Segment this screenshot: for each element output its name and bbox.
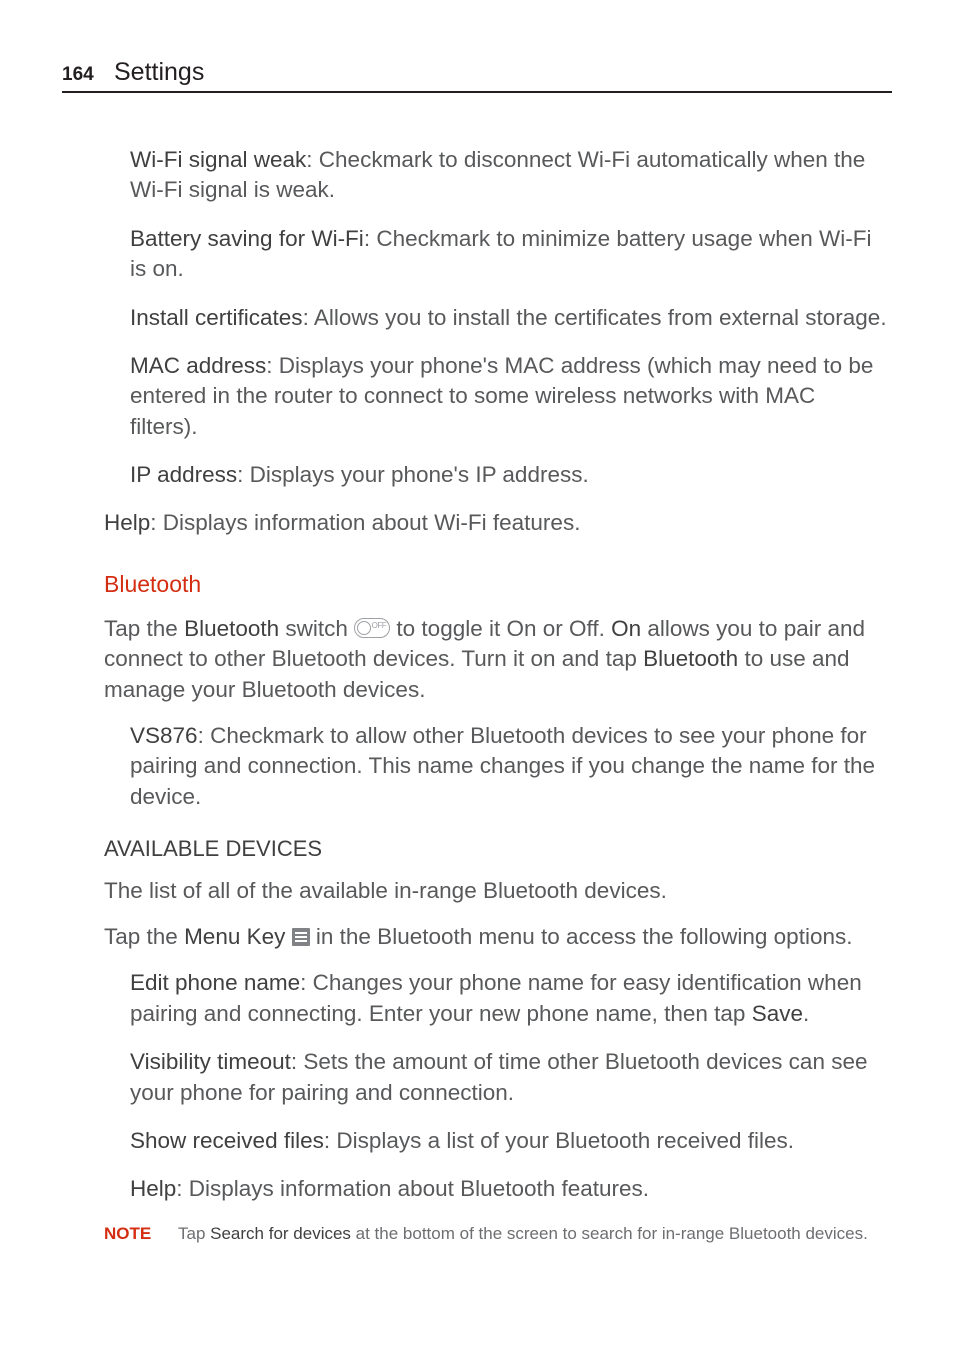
note-block: NOTE Tap Search for devices at the botto… <box>104 1223 888 1246</box>
page-number: 164 <box>62 64 98 86</box>
menu-key-icon <box>292 928 310 946</box>
note-body: Tap Search for devices at the bottom of … <box>178 1223 888 1246</box>
text: . <box>803 1001 809 1026</box>
setting-term: VS876 <box>130 723 198 748</box>
text: switch <box>279 616 354 641</box>
text: in the Bluetooth menu to access the foll… <box>310 924 853 949</box>
setting-item: Wi-Fi signal weak: Checkmark to disconne… <box>104 145 888 206</box>
bold-text: On <box>611 616 641 641</box>
subheading-available-devices: AVAILABLE DEVICES <box>104 834 888 864</box>
setting-item: VS876: Checkmark to allow other Bluetoot… <box>104 721 888 812</box>
setting-item: Visibility timeout: Sets the amount of t… <box>104 1047 888 1108</box>
toggle-switch-icon: OFF <box>354 618 390 638</box>
setting-item: Show received files: Displays a list of … <box>104 1126 888 1156</box>
bold-text: Search for devices <box>210 1224 351 1243</box>
setting-item: Help: Displays information about Bluetoo… <box>104 1174 888 1204</box>
text <box>285 924 291 949</box>
text: Tap the <box>104 616 184 641</box>
setting-desc: : Allows you to install the certificates… <box>303 305 887 330</box>
setting-item: Install certificates: Allows you to inst… <box>104 303 888 333</box>
setting-desc: : Displays information about Bluetooth f… <box>176 1176 649 1201</box>
available-devices-desc: The list of all of the available in-rang… <box>104 876 888 906</box>
bold-text: Bluetooth <box>643 646 738 671</box>
note-label: NOTE <box>104 1223 178 1246</box>
page-body: Wi-Fi signal weak: Checkmark to disconne… <box>62 145 892 1246</box>
setting-term: Help <box>104 510 150 535</box>
setting-term: Help <box>130 1176 176 1201</box>
setting-term: Visibility timeout <box>130 1049 291 1074</box>
setting-item: Edit phone name: Changes your phone name… <box>104 968 888 1029</box>
setting-desc: : Displays your phone's IP address. <box>237 462 589 487</box>
setting-desc: : Checkmark to allow other Bluetooth dev… <box>130 723 875 809</box>
menu-key-paragraph: Tap the Menu Key in the Bluetooth menu t… <box>104 922 888 952</box>
bluetooth-intro: Tap the Bluetooth switch OFF to toggle i… <box>104 614 888 705</box>
page: 164 Settings Wi-Fi signal weak: Checkmar… <box>0 0 954 1372</box>
setting-term: MAC address <box>130 353 266 378</box>
setting-desc: : Displays a list of your Bluetooth rece… <box>324 1128 794 1153</box>
setting-term: Wi-Fi signal weak <box>130 147 306 172</box>
section-heading-bluetooth: Bluetooth <box>104 569 888 600</box>
setting-item: Battery saving for Wi-Fi: Checkmark to m… <box>104 224 888 285</box>
bold-text: Bluetooth <box>184 616 279 641</box>
setting-item: Help: Displays information about Wi-Fi f… <box>104 508 888 538</box>
page-header: 164 Settings <box>62 58 892 93</box>
setting-term: Battery saving for Wi-Fi <box>130 226 364 251</box>
text: at the bottom of the screen to search fo… <box>351 1224 868 1243</box>
setting-desc: : Displays information about Wi-Fi featu… <box>150 510 580 535</box>
bold-text: Save <box>752 1001 803 1026</box>
setting-item: MAC address: Displays your phone's MAC a… <box>104 351 888 442</box>
header-title: Settings <box>114 58 204 87</box>
setting-item: IP address: Displays your phone's IP add… <box>104 460 888 490</box>
text: to toggle it On or Off. <box>390 616 611 641</box>
setting-term: Edit phone name <box>130 970 300 995</box>
bold-text: Menu Key <box>184 924 285 949</box>
text: Tap the <box>104 924 184 949</box>
setting-term: IP address <box>130 462 237 487</box>
setting-term: Install certificates <box>130 305 303 330</box>
text: Tap <box>178 1224 210 1243</box>
setting-term: Show received files <box>130 1128 324 1153</box>
